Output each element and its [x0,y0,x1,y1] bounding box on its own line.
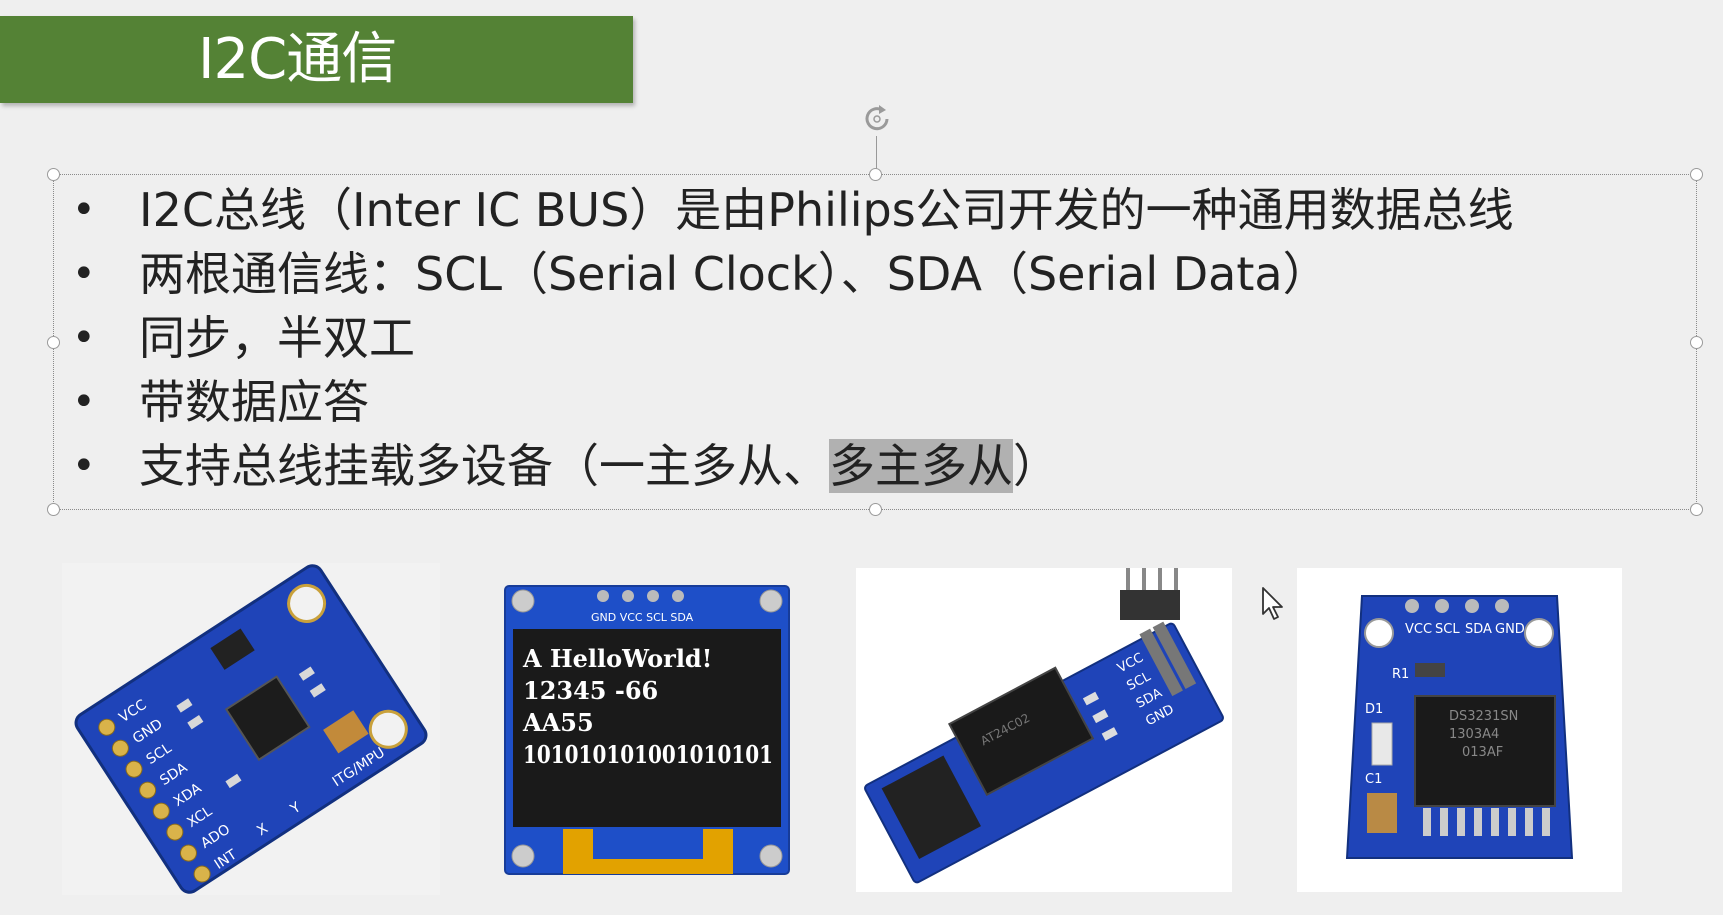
rotate-handle-icon[interactable] [858,100,896,138]
bullet-text: 同步，半双工 [139,311,415,365]
mpu6050-module-image: VCC GND SCL SDA XDA XCL ADO INT ITG/MPU … [62,563,440,895]
rtc-label: D1 [1365,702,1383,717]
bullet-text: 带数据应答 [139,375,369,429]
mouse-cursor-icon [1262,587,1283,620]
resize-handle-bottom[interactable] [869,503,882,516]
rtc-pin-label: VCC [1405,622,1432,637]
rtc-pin-label: SDA [1465,622,1492,637]
bullet-text: I2C总线（Inter IC BUS）是由Philips公司开发的一种通用数据总… [139,183,1514,237]
bullet-item[interactable]: • 两根通信线：SCL（Serial Clock）、SDA（Serial Data… [54,242,1514,306]
slide-title-bar[interactable]: I2C通信 [0,16,633,103]
bullet-text-end: ） [1013,439,1059,493]
slide-title: I2C通信 [198,27,397,92]
bullet-item[interactable]: • 同步，半双工 [54,306,1514,370]
eeprom-module-image: VCC SCL SDA GND AT24C02 [856,568,1232,892]
oled-line: A HelloWorld! [522,644,712,673]
rtc-pin-label: GND [1495,622,1525,637]
resize-handle-bottom-left[interactable] [47,503,60,516]
bullet-text: 两根通信线：SCL（Serial Clock）、SDA（Serial Data） [139,247,1329,301]
rtc-chip-line: DS3231SN [1449,709,1518,724]
oled-header-pins: GND VCC SCL SDA [591,611,694,624]
bullet-text: 支持总线挂载多设备（一主多从、 [139,439,829,493]
rtc-label: R1 [1392,667,1409,682]
oled-line: 12345 -66 [523,676,658,705]
rtc-chip-line: 1303A4 [1449,727,1499,742]
rtc-chip-line: 013AF [1462,745,1503,760]
oled-module-image: GND VCC SCL SDA A HelloWorld! 12345 -66 … [503,584,791,876]
bullet-item[interactable]: • I2C总线（Inter IC BUS）是由Philips公司开发的一种通用数据… [54,178,1514,242]
bullet-textbox[interactable]: • I2C总线（Inter IC BUS）是由Philips公司开发的一种通用数据… [47,168,1703,516]
oled-line: 101010101001010101 [523,740,773,769]
bullet-item[interactable]: • 支持总线挂载多设备（一主多从、多主多从） [54,434,1514,498]
oled-line: AA55 [522,708,594,737]
selected-text-highlight[interactable]: 多主多从 [829,439,1013,493]
rtc-module-image: VCC SCL SDA GND R1 D1 C1 DS3231SN 1303A4… [1297,568,1622,892]
bullet-list[interactable]: • I2C总线（Inter IC BUS）是由Philips公司开发的一种通用数据… [54,178,1514,498]
resize-handle-bottom-right[interactable] [1690,503,1703,516]
rtc-label: C1 [1365,772,1382,787]
bullet-item[interactable]: • 带数据应答 [54,370,1514,434]
resize-handle-right[interactable] [1690,336,1703,349]
rtc-pin-label: SCL [1435,622,1460,637]
resize-handle-top-right[interactable] [1690,168,1703,181]
rotate-handle-line [876,136,877,172]
